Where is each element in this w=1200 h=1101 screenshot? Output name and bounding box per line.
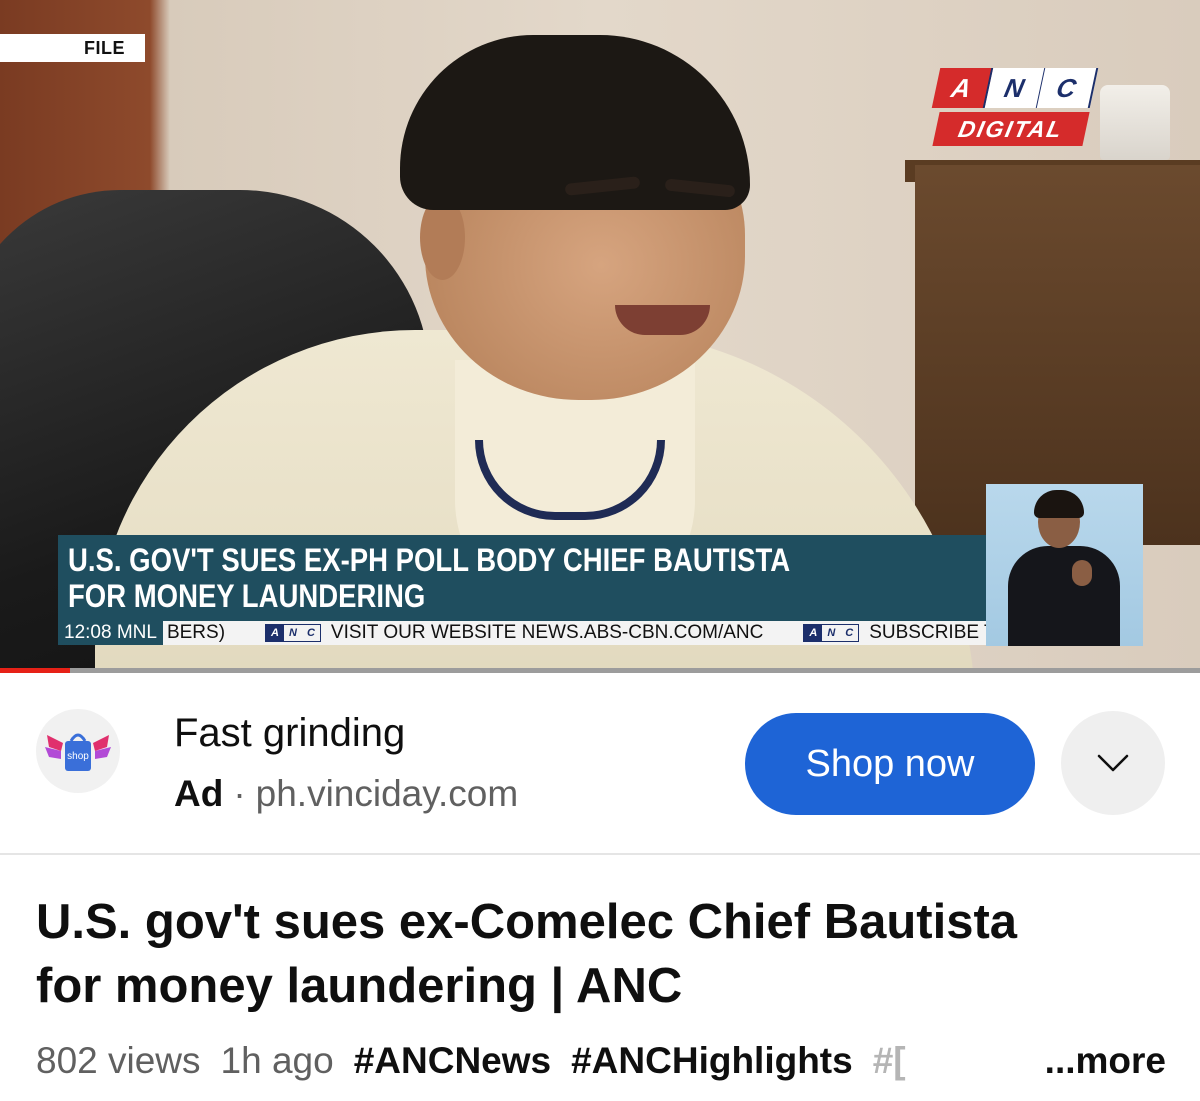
ticker-anc-icon: ANC — [265, 624, 321, 642]
video-player[interactable]: FILE A N C DIGITAL U.S. GOV'T SUES EX-PH… — [0, 0, 1200, 673]
ticker-time: 12:08 MNL — [58, 621, 163, 645]
headline-line-1: U.S. GOV'T SUES EX-PH POLL BODY CHIEF BA… — [68, 542, 791, 578]
ad-label: Ad — [174, 773, 224, 814]
anc-digital-logo: A N C DIGITAL — [931, 68, 1099, 154]
view-count: 802 views — [36, 1040, 201, 1081]
video-title-line-1: U.S. gov't sues ex-Comelec Chief Bautist… — [36, 895, 1018, 949]
mouth — [615, 305, 710, 335]
upload-age: 1h ago — [220, 1040, 334, 1081]
ad-meta: Ad · ph.vinciday.com — [174, 773, 518, 815]
ad-domain: ph.vinciday.com — [255, 773, 519, 814]
anc-logo-letter: A — [931, 68, 993, 108]
ad-title[interactable]: Fast grinding — [174, 711, 405, 756]
shop-logo-icon[interactable]: shop — [36, 709, 120, 793]
ticker-segment: BERS) — [166, 622, 226, 643]
video-meta[interactable]: 802 views 1h ago #ANCNews #ANCHighlights… — [36, 1036, 1166, 1086]
hashtag-link[interactable]: #ANCHighlights — [571, 1040, 853, 1082]
ticker-content: BERS) ANC VISIT OUR WEBSITE NEWS.ABS-CBN… — [163, 622, 986, 644]
chevron-down-icon — [1097, 754, 1129, 772]
anc-logo-letter: C — [1037, 68, 1099, 108]
anc-logo-letter: N — [984, 68, 1046, 108]
hashtag-link[interactable]: #ANCNews — [354, 1040, 551, 1082]
lower-third-headline: U.S. GOV'T SUES EX-PH POLL BODY CHIEF BA… — [58, 535, 986, 621]
ad-separator: · — [233, 773, 246, 814]
shop-now-button[interactable]: Shop now — [745, 713, 1035, 815]
headline-line-2: FOR MONEY LAUNDERING — [68, 578, 426, 614]
svg-text:shop: shop — [67, 751, 89, 762]
anc-logo-digital: DIGITAL — [932, 112, 1090, 146]
expand-ad-button[interactable] — [1061, 711, 1165, 815]
interpreter-hair — [1034, 490, 1084, 518]
ticker-segment: SUBSCRIBE T — [869, 622, 986, 643]
interpreter-hand — [1072, 560, 1092, 586]
show-more-link[interactable]: ...more — [1004, 1036, 1166, 1086]
ticker-anc-icon: ANC — [803, 624, 860, 642]
interpreter-body — [1008, 546, 1120, 646]
hashtag-truncated[interactable]: #[ — [873, 1040, 906, 1082]
video-title[interactable]: U.S. gov't sues ex-Comelec Chief Bautist… — [36, 890, 1166, 1018]
video-title-line-2: for money laundering | ANC — [36, 959, 683, 1013]
news-ticker: 12:08 MNL BERS) ANC VISIT OUR WEBSITE NE… — [58, 621, 986, 645]
ad-card[interactable]: shop Fast grinding Ad · ph.vinciday.com … — [0, 673, 1200, 855]
cups — [1100, 85, 1170, 160]
ticker-segment: VISIT OUR WEBSITE NEWS.ABS-CBN.COM/ANC — [330, 622, 764, 643]
sign-language-inset — [986, 484, 1143, 646]
file-tag: FILE — [0, 34, 145, 62]
